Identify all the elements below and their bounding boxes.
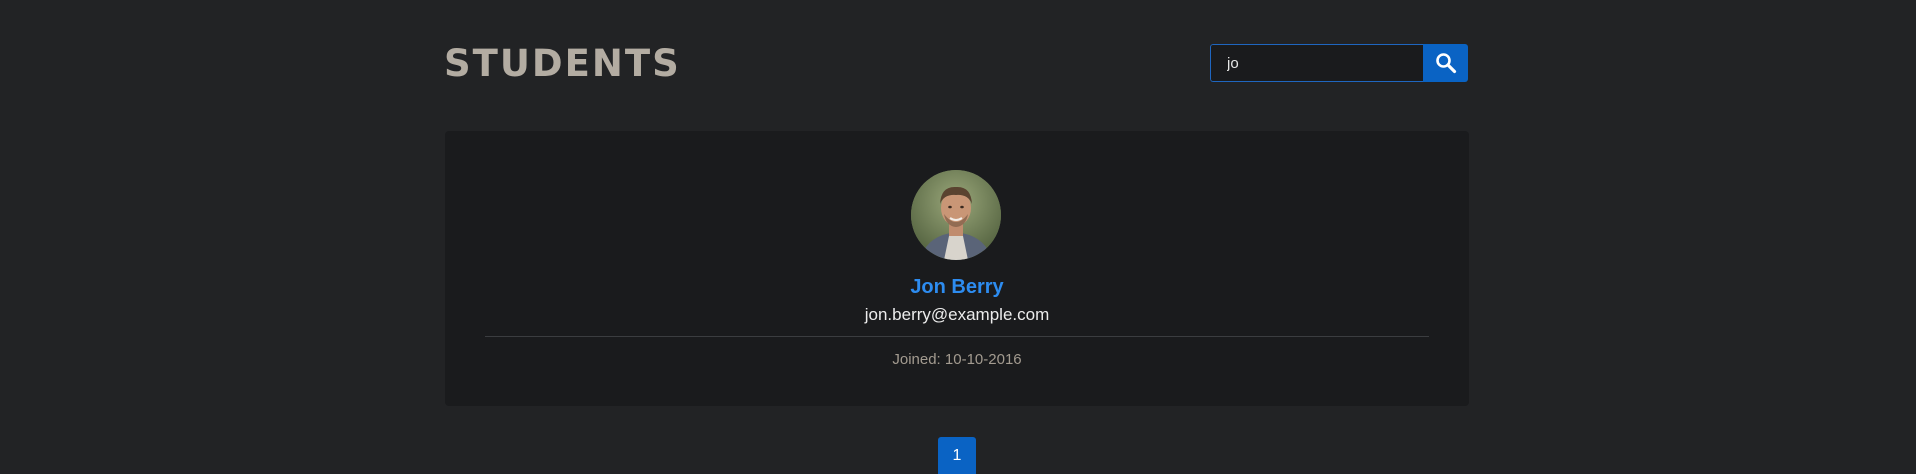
search-bar	[1210, 44, 1468, 82]
students-page: STUDENTS jo Jon Berry jon.berry@example.…	[0, 0, 1916, 474]
search-input[interactable]	[1210, 44, 1423, 82]
pagination-page-button[interactable]: 1	[938, 437, 976, 474]
search-button[interactable]	[1423, 44, 1468, 82]
student-card: Jon Berry jon.berry@example.com Joined: …	[445, 131, 1469, 406]
page-title: STUDENTS	[444, 42, 681, 85]
student-name[interactable]: Jon Berry	[445, 275, 1469, 299]
card-divider	[485, 336, 1429, 337]
avatar-photo	[911, 170, 1001, 260]
student-avatar	[911, 170, 1001, 260]
student-joined-date: Joined: 10-10-2016	[892, 351, 1022, 368]
student-email: jon.berry@example.com	[864, 305, 1050, 324]
search-icon	[1435, 53, 1456, 74]
